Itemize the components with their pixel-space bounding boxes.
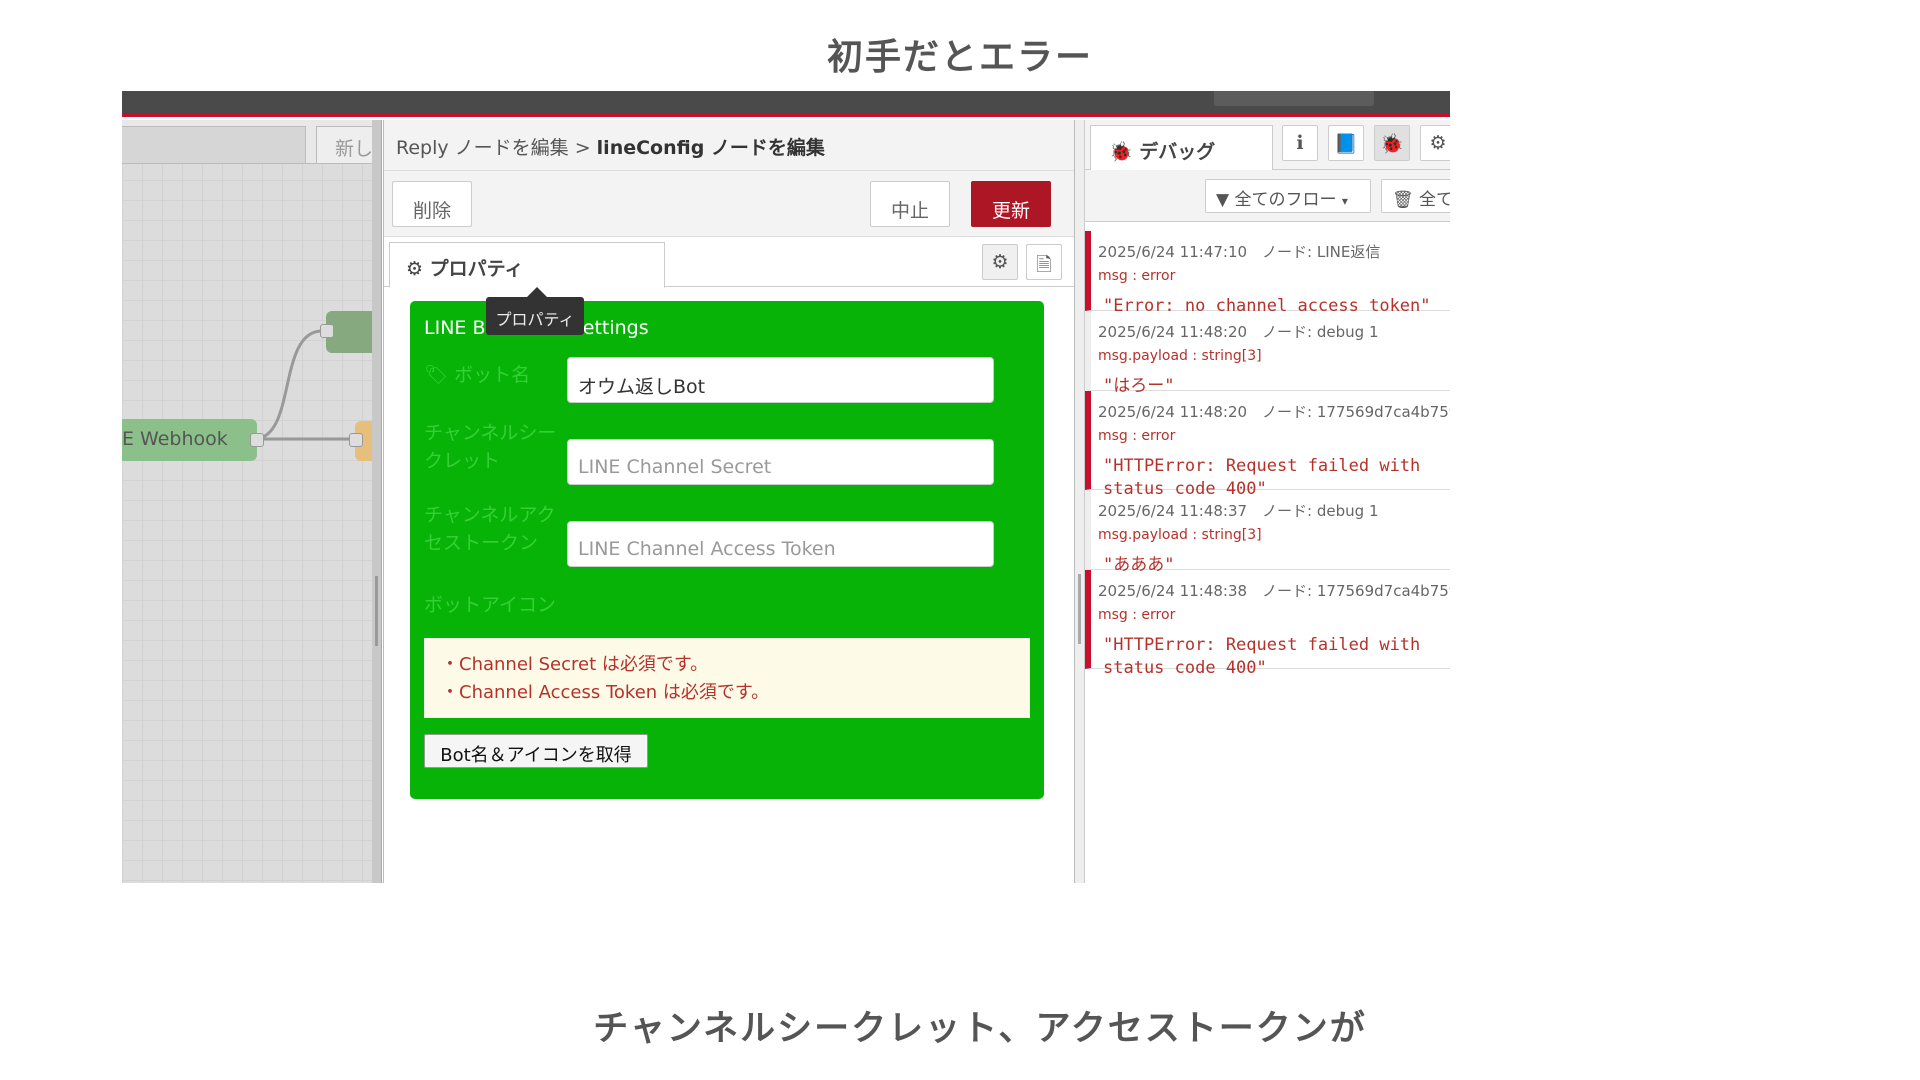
node-input-port[interactable] — [349, 433, 363, 447]
document-icon: 🗎 — [1036, 254, 1052, 276]
tab-properties-label: プロパティ — [429, 258, 524, 280]
filter-icon: ▼ — [1216, 190, 1230, 210]
flow-filter-dropdown[interactable]: ▼ 全てのフロー ▾ — [1205, 179, 1371, 213]
node-output-port[interactable] — [250, 433, 264, 447]
validation-errors: ・Channel Secret は必須です。 ・Channel Access T… — [424, 638, 1030, 718]
message-topic: msg.payload : string[3] — [1098, 348, 1262, 364]
debug-message[interactable]: 2025/6/24 11:48:37 ノード: debug 1 msg.payl… — [1085, 490, 1450, 575]
bot-name-input[interactable] — [567, 357, 994, 403]
tab-properties[interactable]: ⚙ プロパティ — [389, 242, 665, 288]
error-secret-required: ・Channel Secret は必須です。 — [441, 654, 709, 675]
gear-icon: ⚙ — [406, 258, 424, 280]
update-button[interactable]: 更新 — [971, 181, 1051, 227]
message-topic: msg.payload : string[3] — [1098, 527, 1262, 543]
channel-access-token-input[interactable] — [567, 521, 994, 567]
edit-tray: Reply ノードを編集 > lineConfig ノードを編集 削除 中止 更… — [383, 120, 1075, 883]
fetch-bot-info-button[interactable]: Bot名＆アイコンを取得 — [424, 734, 648, 768]
tooltip-arrow — [527, 287, 547, 297]
message-meta: 2025/6/24 11:48:37 ノード: debug 1 — [1098, 502, 1379, 520]
slide-title: 初手だとエラー — [826, 37, 1093, 78]
tooltip: プロパティ — [486, 297, 584, 335]
breadcrumb-parent[interactable]: Reply ノードを編集 > — [396, 137, 597, 159]
settings-gear-button[interactable]: ⚙ — [982, 244, 1018, 280]
bug-icon: 🐞 — [1380, 133, 1404, 155]
debug-message[interactable]: 2025/6/24 11:47:10 ノード: LINE返信 msg : err… — [1085, 231, 1450, 316]
cancel-button[interactable]: 中止 — [870, 181, 950, 227]
message-meta: 2025/6/24 11:48:20 ノード: 177569d7ca4b7591 — [1098, 403, 1450, 421]
gear-icon: ⚙ — [1429, 132, 1447, 154]
config-button[interactable]: ⚙ — [1420, 125, 1450, 161]
caret-down-icon: ▾ — [1341, 194, 1348, 208]
edit-tray-header: Reply ノードを編集 > lineConfig ノードを編集 — [384, 120, 1074, 171]
flow-node-webhook[interactable]: E Webhook — [122, 419, 257, 461]
workspace-splitter[interactable] — [372, 120, 382, 883]
message-topic: msg : error — [1098, 607, 1176, 623]
message-meta: 2025/6/24 11:48:20 ノード: debug 1 — [1098, 323, 1379, 341]
trash-icon: 🗑 — [1392, 190, 1414, 210]
sidebar-tabs: 🐞 デバッグ i 📘 🐞 ⚙ — [1085, 120, 1450, 171]
line-token-settings-form: LINE Bot Token Settings 🏷 ボット名 チャンネルシークレ… — [410, 301, 1044, 799]
node-input-port[interactable] — [320, 324, 334, 338]
bot-icon-label: ボットアイコン — [424, 594, 557, 616]
node-red-screenshot: 新し E Webhook Reply ノードを編集 > lineConfig ノ… — [122, 91, 1450, 883]
message-meta: 2025/6/24 11:48:38 ノード: 177569d7ca4b7591 — [1098, 582, 1450, 600]
debug-message[interactable]: 2025/6/24 11:48:38 ノード: 177569d7ca4b7591… — [1085, 570, 1450, 678]
channel-access-token-label: チャンネルアクセストークン — [424, 504, 556, 554]
book-icon: 📘 — [1334, 133, 1358, 155]
deploy-button[interactable] — [1214, 91, 1374, 106]
clear-messages-button[interactable]: 🗑 全て — [1381, 179, 1450, 213]
tag-icon: 🏷 — [424, 364, 449, 386]
message-topic: msg : error — [1098, 268, 1176, 284]
help-button[interactable]: 📘 — [1328, 125, 1364, 161]
slide-caption: チャンネルシークレット、アクセストークンが — [593, 1009, 1367, 1049]
message-topic: msg : error — [1098, 428, 1176, 444]
info-button[interactable]: i — [1282, 125, 1318, 161]
channel-secret-label: チャンネルシークレット — [424, 422, 557, 472]
bug-icon: 🐞 — [1109, 141, 1133, 163]
delete-button[interactable]: 削除 — [392, 181, 472, 227]
sidebar-splitter[interactable] — [1075, 120, 1085, 883]
description-button[interactable]: 🗎 — [1026, 244, 1062, 280]
tab-debug[interactable]: 🐞 デバッグ — [1090, 125, 1273, 171]
debug-sidebar: 🐞 デバッグ i 📘 🐞 ⚙ ▼ 全てのフロー ▾ 🗑 全て 2025/6/24… — [1085, 120, 1450, 883]
flow-wires — [253, 329, 352, 441]
gear-icon: ⚙ — [991, 251, 1009, 273]
channel-secret-input[interactable] — [567, 439, 994, 485]
error-token-required: ・Channel Access Token は必須です。 — [441, 682, 770, 703]
breadcrumb-current: lineConfig ノードを編集 — [596, 137, 825, 159]
splitter-handle[interactable] — [1078, 574, 1081, 644]
debug-toolbar: ▼ 全てのフロー ▾ 🗑 全て — [1085, 170, 1450, 222]
edit-tray-toolbar: 削除 中止 更新 — [384, 171, 1074, 237]
debug-button[interactable]: 🐞 — [1374, 125, 1410, 161]
bot-name-label: 🏷 ボット名 — [424, 364, 531, 386]
message-meta: 2025/6/24 11:47:10 ノード: LINE返信 — [1098, 243, 1381, 261]
debug-message[interactable]: 2025/6/24 11:48:20 ノード: 177569d7ca4b7591… — [1085, 391, 1450, 499]
info-icon: i — [1296, 132, 1304, 154]
message-value: "HTTPError: Request failed with status c… — [1103, 635, 1421, 678]
edit-tray-tabs: ⚙ プロパティ ⚙ 🗎 — [384, 237, 1074, 288]
debug-message[interactable]: 2025/6/24 11:48:20 ノード: debug 1 msg.payl… — [1085, 311, 1450, 396]
splitter-handle[interactable] — [375, 576, 378, 646]
tab-debug-label: デバッグ — [1139, 141, 1216, 163]
